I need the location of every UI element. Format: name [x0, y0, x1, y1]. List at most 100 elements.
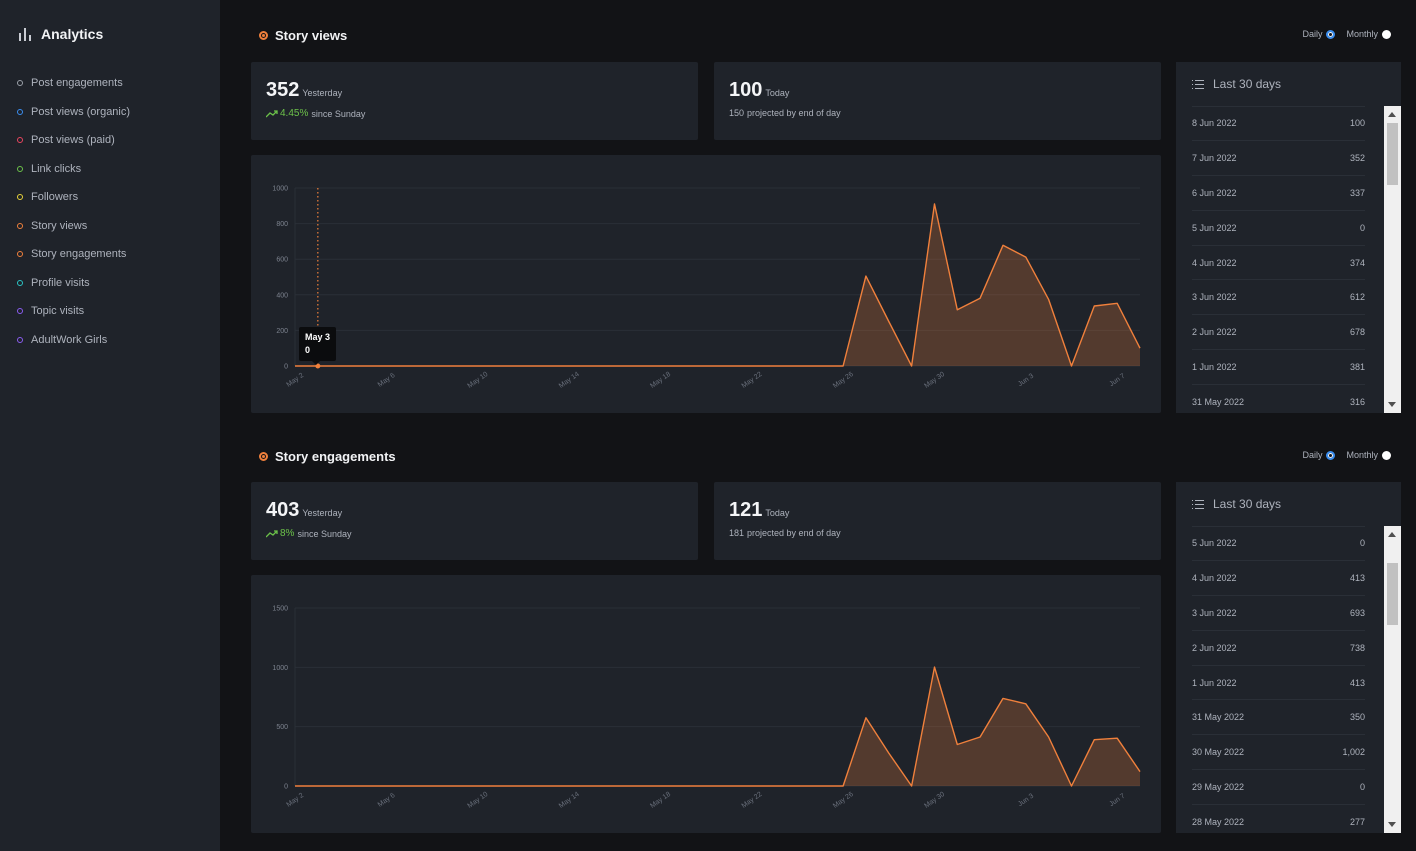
data-point[interactable] — [314, 782, 322, 790]
data-point[interactable] — [793, 362, 801, 370]
data-point[interactable] — [953, 306, 961, 314]
data-point[interactable] — [428, 362, 436, 370]
list-scrollbar[interactable] — [1384, 526, 1401, 833]
data-point[interactable] — [337, 782, 345, 790]
scroll-thumb[interactable] — [1387, 123, 1398, 185]
data-point[interactable] — [976, 733, 984, 741]
daily-label[interactable]: Daily — [1302, 450, 1322, 460]
data-point[interactable] — [519, 362, 527, 370]
data-point[interactable] — [405, 362, 413, 370]
data-point[interactable] — [474, 782, 482, 790]
list-body[interactable]: 5 Jun 2022 0 4 Jun 2022 413 3 Jun 2022 693 2 J… — [1176, 526, 1401, 833]
data-point[interactable] — [1090, 736, 1098, 744]
sidebar-item-story-views[interactable]: Story views — [17, 212, 130, 241]
scroll-up-icon[interactable] — [1388, 532, 1396, 537]
monthly-label[interactable]: Monthly — [1346, 450, 1378, 460]
data-point[interactable] — [862, 272, 870, 280]
data-point[interactable] — [634, 362, 642, 370]
data-point[interactable] — [542, 782, 550, 790]
data-point[interactable] — [474, 362, 482, 370]
data-point[interactable] — [1136, 768, 1144, 776]
data-point[interactable] — [1045, 733, 1053, 741]
data-point[interactable] — [771, 362, 779, 370]
data-point[interactable] — [1045, 295, 1053, 303]
data-point[interactable] — [542, 362, 550, 370]
data-point[interactable] — [793, 782, 801, 790]
data-point[interactable] — [382, 362, 390, 370]
monthly-label[interactable]: Monthly — [1346, 29, 1378, 39]
data-point[interactable] — [428, 782, 436, 790]
data-point[interactable] — [497, 362, 505, 370]
data-point[interactable] — [382, 782, 390, 790]
list-scrollbar[interactable] — [1384, 106, 1401, 413]
scroll-thumb[interactable] — [1387, 563, 1398, 625]
data-point[interactable] — [885, 749, 893, 757]
sidebar-item-post-views-paid[interactable]: Post views (paid) — [17, 126, 130, 155]
monthly-radio[interactable] — [1382, 29, 1391, 39]
data-point[interactable] — [679, 782, 687, 790]
scroll-down-icon[interactable] — [1388, 402, 1396, 407]
data-point[interactable] — [908, 362, 916, 370]
data-point[interactable] — [999, 241, 1007, 249]
scroll-up-icon[interactable] — [1388, 112, 1396, 117]
data-point[interactable] — [634, 782, 642, 790]
data-point[interactable] — [816, 782, 824, 790]
data-point[interactable] — [1113, 299, 1121, 307]
data-point[interactable] — [725, 782, 733, 790]
sidebar-item-post-engagements[interactable]: Post engagements — [17, 69, 130, 98]
data-point[interactable] — [1022, 700, 1030, 708]
data-point[interactable] — [360, 782, 368, 790]
daily-label[interactable]: Daily — [1302, 29, 1322, 39]
data-point[interactable] — [930, 200, 938, 208]
sidebar-item-story-engagements[interactable]: Story engagements — [17, 240, 130, 269]
sidebar-item-adultwork-girls[interactable]: AdultWork Girls — [17, 326, 130, 355]
data-point[interactable] — [565, 782, 573, 790]
sidebar-item-followers[interactable]: Followers — [17, 183, 130, 212]
daily-radio[interactable] — [1326, 450, 1336, 460]
data-point[interactable] — [1067, 782, 1075, 790]
data-point[interactable] — [565, 362, 573, 370]
data-point[interactable] — [656, 362, 664, 370]
data-point[interactable] — [908, 782, 916, 790]
monthly-radio[interactable] — [1382, 450, 1391, 460]
sidebar-item-post-views-organic[interactable]: Post views (organic) — [17, 98, 130, 127]
data-point[interactable] — [611, 362, 619, 370]
data-point[interactable] — [291, 362, 299, 370]
data-point[interactable] — [748, 362, 756, 370]
data-point[interactable] — [976, 294, 984, 302]
data-point[interactable] — [451, 362, 459, 370]
data-point[interactable] — [839, 782, 847, 790]
data-point[interactable] — [702, 362, 710, 370]
data-point[interactable] — [1022, 253, 1030, 261]
data-point[interactable] — [291, 782, 299, 790]
data-point[interactable] — [611, 782, 619, 790]
data-point[interactable] — [999, 694, 1007, 702]
data-point[interactable] — [679, 362, 687, 370]
data-point[interactable] — [588, 782, 596, 790]
data-point[interactable] — [588, 362, 596, 370]
list-body[interactable]: 8 Jun 2022 100 7 Jun 2022 352 6 Jun 2022 337 5… — [1176, 106, 1401, 413]
data-point[interactable] — [405, 782, 413, 790]
data-point[interactable] — [885, 318, 893, 326]
data-point[interactable] — [748, 782, 756, 790]
data-point[interactable] — [1090, 302, 1098, 310]
data-point[interactable] — [930, 663, 938, 671]
data-point[interactable] — [519, 782, 527, 790]
data-point[interactable] — [702, 782, 710, 790]
data-point[interactable] — [953, 740, 961, 748]
data-point[interactable] — [1067, 362, 1075, 370]
data-point[interactable] — [451, 782, 459, 790]
data-point[interactable] — [360, 362, 368, 370]
data-point[interactable] — [862, 714, 870, 722]
data-point[interactable] — [771, 782, 779, 790]
scroll-down-icon[interactable] — [1388, 822, 1396, 827]
data-point[interactable] — [839, 362, 847, 370]
sidebar-item-link-clicks[interactable]: Link clicks — [17, 155, 130, 184]
data-point[interactable] — [337, 362, 345, 370]
data-point[interactable] — [816, 362, 824, 370]
data-point[interactable] — [1136, 344, 1144, 352]
data-point[interactable] — [656, 782, 664, 790]
daily-radio[interactable] — [1326, 29, 1336, 39]
sidebar-item-profile-visits[interactable]: Profile visits — [17, 269, 130, 298]
data-point[interactable] — [725, 362, 733, 370]
